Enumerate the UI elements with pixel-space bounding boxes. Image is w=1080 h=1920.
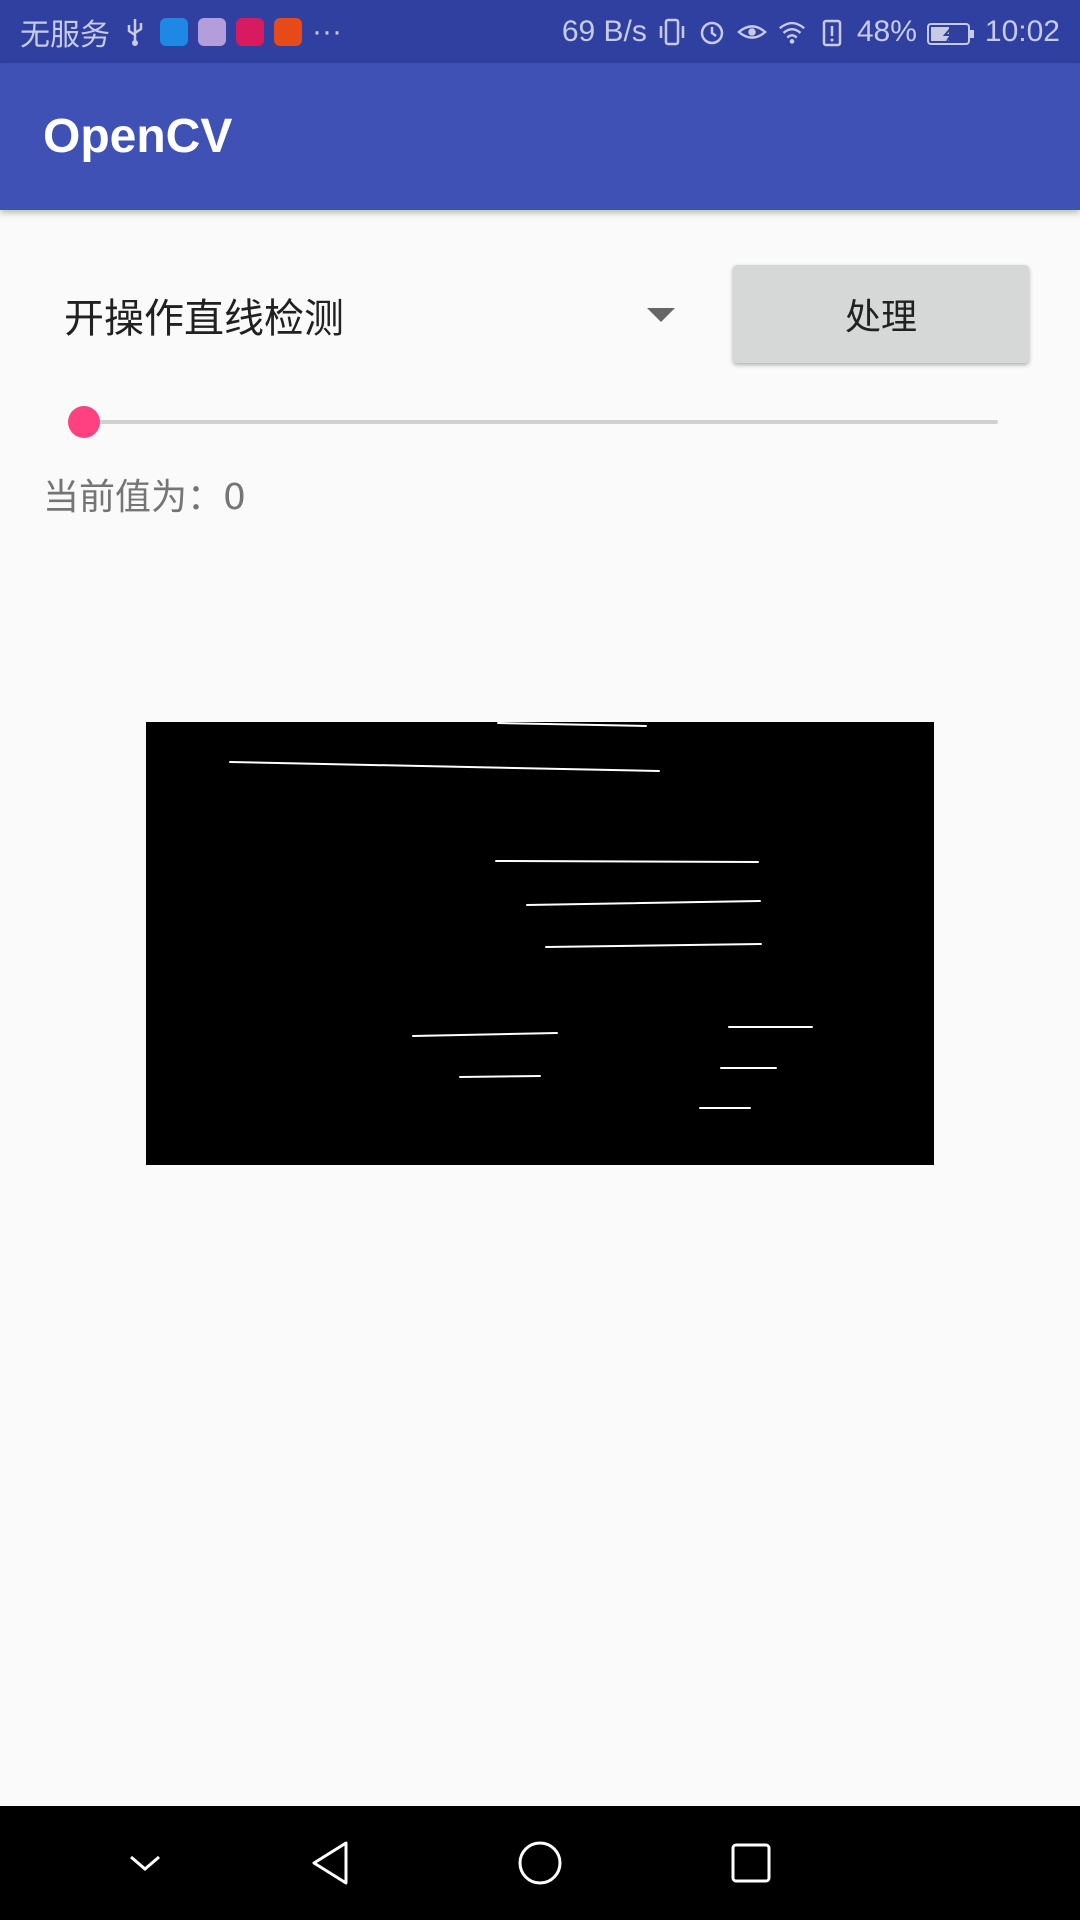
clock: 10:02 bbox=[984, 14, 1060, 48]
huawei-app-icon bbox=[236, 17, 264, 46]
vibrate-icon bbox=[657, 17, 687, 47]
dropdown-arrow-icon bbox=[647, 308, 675, 322]
value-seekbar[interactable] bbox=[68, 400, 998, 444]
nav-hide-button[interactable] bbox=[85, 1806, 205, 1920]
navigation-bar bbox=[0, 1806, 1080, 1920]
usb-icon bbox=[120, 17, 150, 47]
more-notifications-icon: ··· bbox=[312, 14, 342, 48]
app-toolbar: OpenCV bbox=[0, 63, 1080, 210]
home-icon bbox=[518, 1841, 562, 1885]
alarm-icon bbox=[697, 17, 727, 47]
net-speed: 69 B/s bbox=[561, 14, 647, 48]
battery-charging-icon bbox=[926, 20, 975, 45]
screen: 无服务 ··· 69 B/s 48% 10:02 OpenCV 开操作直线检测 … bbox=[0, 0, 1080, 1920]
battery-percent: 48% bbox=[856, 14, 917, 48]
video-app-icon bbox=[274, 17, 302, 46]
gallery-app-icon bbox=[198, 17, 226, 46]
nav-home-button[interactable] bbox=[480, 1806, 600, 1920]
nav-back-button[interactable] bbox=[270, 1806, 390, 1920]
wifi-icon bbox=[777, 17, 807, 47]
seekbar-thumb[interactable] bbox=[68, 406, 100, 438]
toolbar-title: OpenCV bbox=[43, 110, 233, 163]
battery-alert-icon bbox=[817, 17, 847, 47]
carrier-text: 无服务 bbox=[20, 18, 110, 52]
back-icon bbox=[312, 1841, 348, 1885]
result-image bbox=[146, 722, 934, 1165]
seekbar-track bbox=[84, 420, 998, 424]
status-left: 无服务 ··· bbox=[20, 0, 342, 63]
status-bar: 无服务 ··· 69 B/s 48% 10:02 bbox=[0, 0, 1080, 63]
status-right: 69 B/s 48% 10:02 bbox=[562, 0, 1060, 63]
browser-app-icon bbox=[160, 17, 188, 46]
recents-icon bbox=[731, 1843, 771, 1883]
process-button[interactable]: 处理 bbox=[733, 265, 1029, 363]
detected-lines-image bbox=[146, 722, 934, 1165]
nav-recents-button[interactable] bbox=[691, 1806, 811, 1920]
eye-comfort-icon bbox=[736, 17, 767, 47]
spinner-selected-text: 开操作直线检测 bbox=[64, 296, 344, 342]
current-value-label: 当前值为：0 bbox=[43, 477, 246, 518]
chevron-down-icon bbox=[130, 1855, 160, 1871]
operation-spinner[interactable]: 开操作直线检测 bbox=[44, 270, 684, 360]
